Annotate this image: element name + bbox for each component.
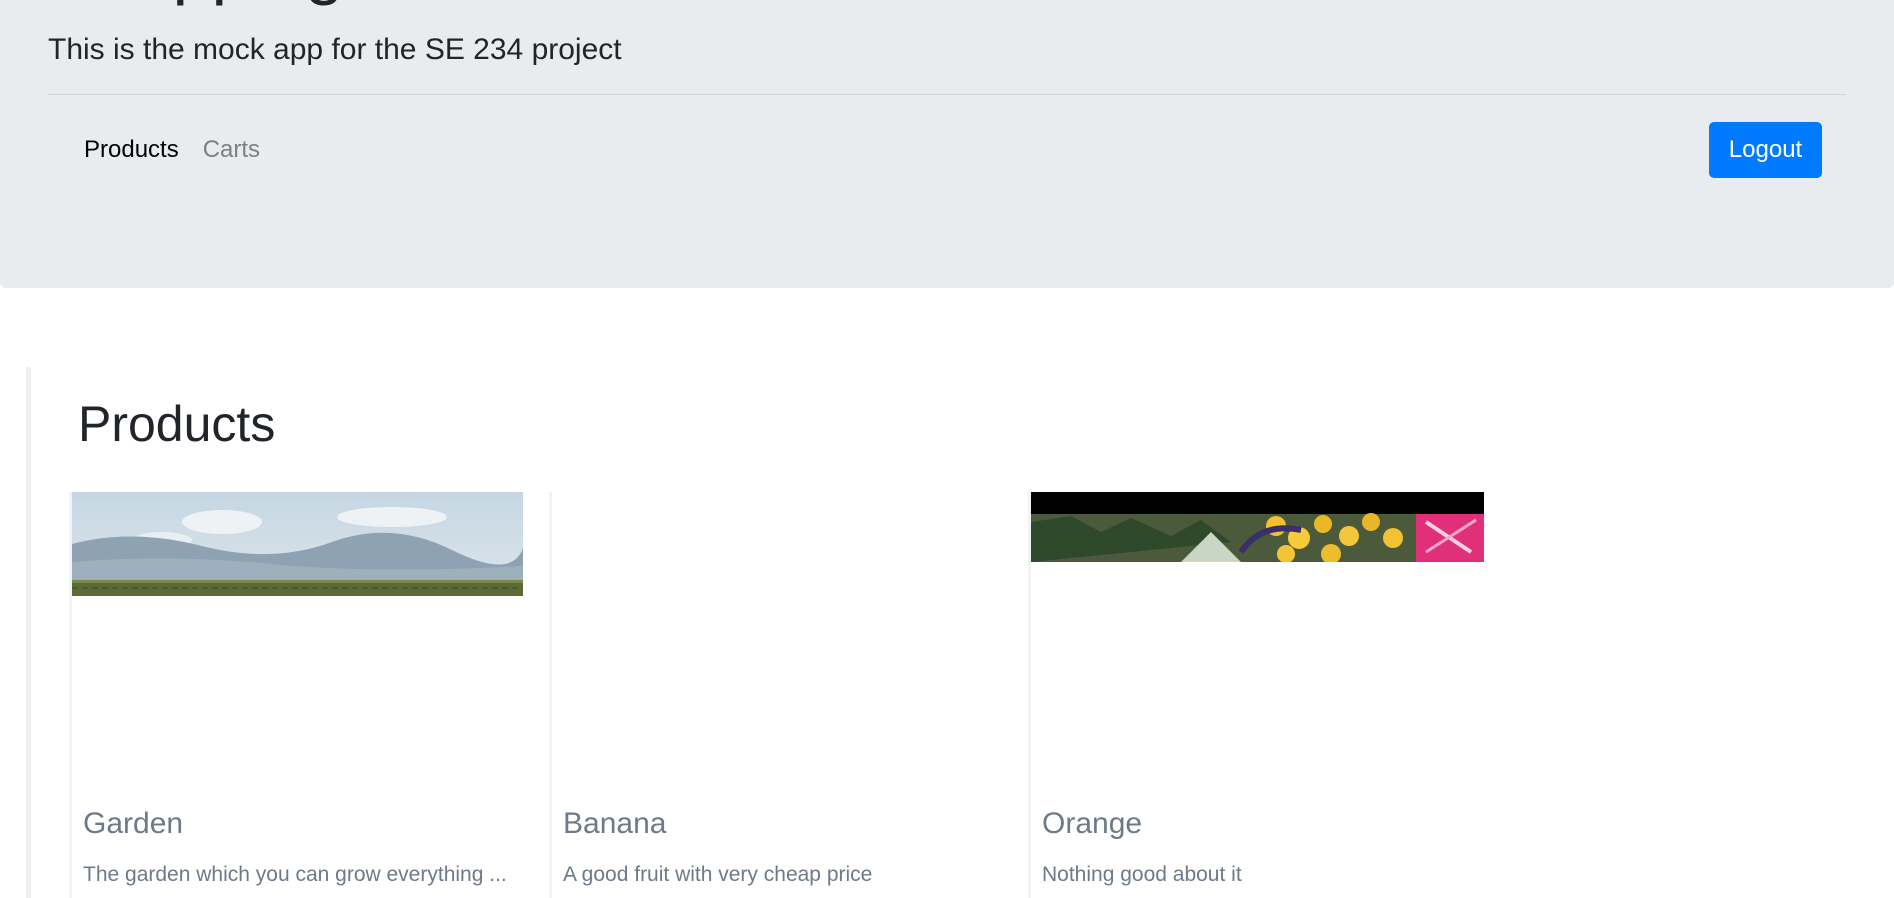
product-card-garden[interactable]: Garden The garden which you can grow eve… bbox=[69, 492, 523, 898]
product-description: The garden which you can grow everything… bbox=[83, 863, 507, 886]
product-description: A good fruit with very cheap price bbox=[563, 863, 873, 886]
nav-link-products[interactable]: Products bbox=[84, 126, 179, 174]
products-heading: Products bbox=[78, 396, 276, 452]
product-name: Orange bbox=[1042, 807, 1143, 840]
product-name: Garden bbox=[83, 807, 184, 840]
product-card-orange[interactable]: Orange Nothing good about it bbox=[1028, 492, 1484, 898]
product-image-orange bbox=[1031, 492, 1484, 562]
main-nav: Products Carts bbox=[84, 126, 260, 174]
nav-link-carts[interactable]: Carts bbox=[203, 126, 260, 174]
logout-button[interactable]: Logout bbox=[1709, 122, 1822, 178]
header-divider bbox=[48, 94, 1846, 95]
product-image-banana bbox=[552, 492, 1003, 596]
product-name: Banana bbox=[563, 807, 667, 840]
app-title: Shopping bbox=[48, 0, 344, 12]
product-image-garden bbox=[72, 492, 523, 596]
product-card-banana[interactable]: Banana A good fruit with very cheap pric… bbox=[549, 492, 1001, 898]
header-jumbotron: Shopping This is the mock app for the SE… bbox=[0, 0, 1894, 288]
app-lead-text: This is the mock app for the SE 234 proj… bbox=[48, 33, 622, 66]
product-description: Nothing good about it bbox=[1042, 863, 1242, 886]
